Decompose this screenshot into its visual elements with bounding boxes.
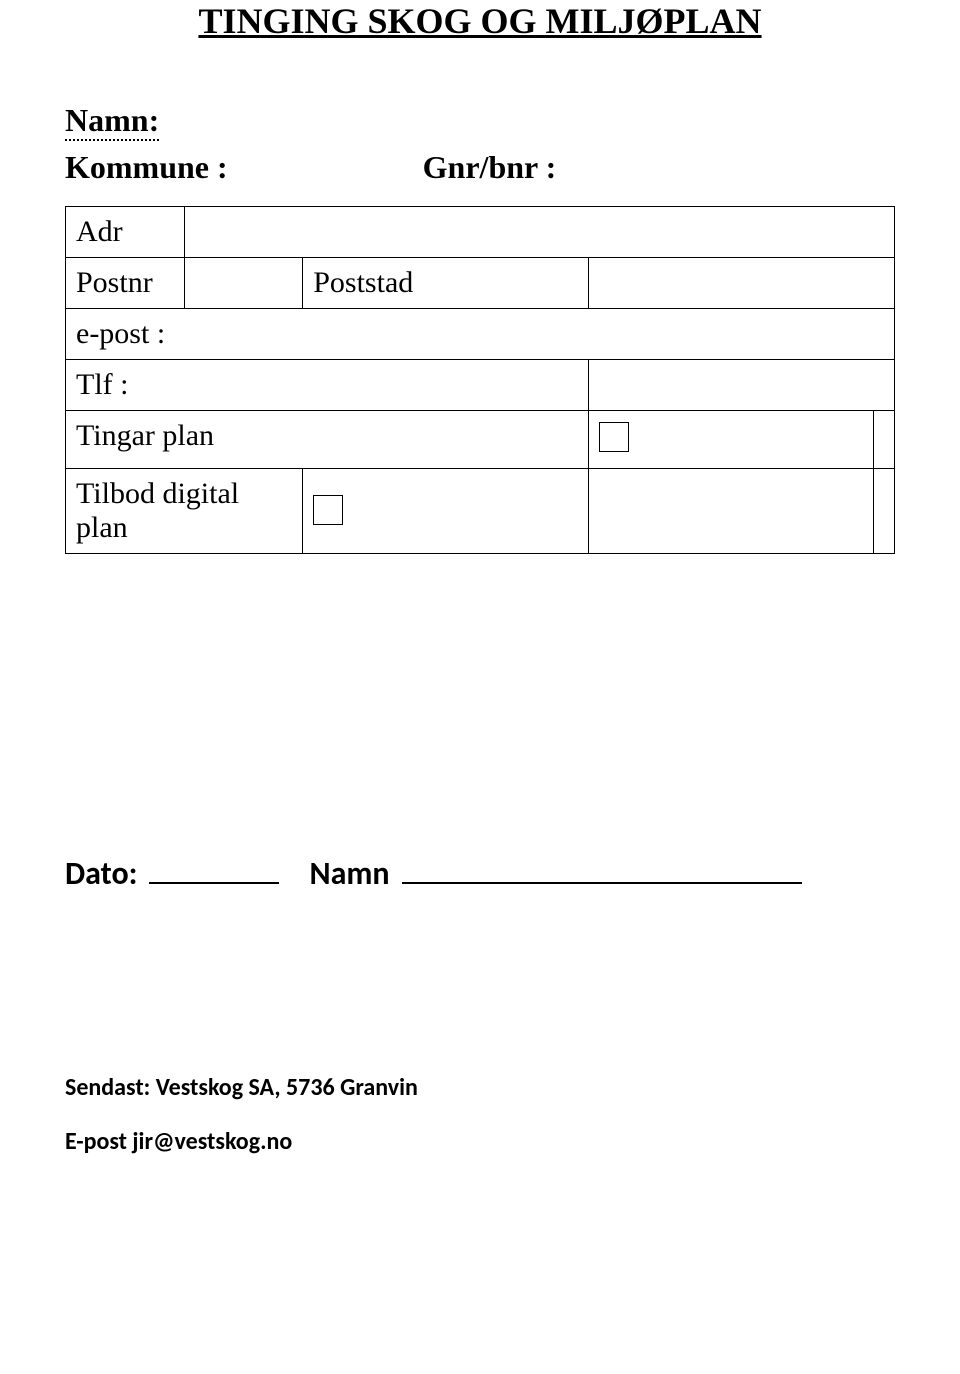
adr-input[interactable] [185, 207, 895, 258]
namn-row: Namn: [65, 102, 895, 141]
tingar-checkbox[interactable] [599, 422, 629, 452]
kommune-row: Kommune : Gnr/bnr : [65, 149, 895, 186]
namn-label: Namn: [65, 102, 159, 141]
postnr-input[interactable] [185, 258, 303, 309]
postnr-label: Postnr [66, 258, 185, 309]
footer: Sendast: Vestskog SA, 5736 Granvin E-pos… [65, 1073, 895, 1156]
epost-row: e-post : [66, 309, 895, 360]
gnrbnr-label: Gnr/bnr : [423, 149, 557, 186]
tlf-input[interactable] [589, 360, 895, 411]
form-table: Adr Postnr Poststad e-post : Tlf : Tinga… [65, 206, 895, 554]
tilbod-extra-cell1[interactable] [589, 469, 874, 554]
postnr-row: Postnr Poststad [66, 258, 895, 309]
tingar-label: Tingar plan [66, 411, 589, 469]
namn-signature-label: Namn [309, 854, 389, 893]
adr-label: Adr [66, 207, 185, 258]
kommune-label: Kommune : [65, 149, 228, 186]
dato-label: Dato: [65, 854, 137, 893]
footer-sendast: Sendast: Vestskog SA, 5736 Granvin [65, 1073, 895, 1102]
tingar-extra-cell[interactable] [874, 411, 895, 469]
tilbod-label: Tilbod digital plan [66, 469, 303, 554]
tilbod-extra-cell2[interactable] [874, 469, 895, 554]
page-title: TINGING SKOG OG MILJØPLAN [65, 0, 895, 42]
tilbod-checkbox[interactable] [313, 495, 343, 525]
tilbod-checkbox-cell [303, 469, 589, 554]
poststad-input[interactable] [589, 258, 895, 309]
signature-row: Dato: Namn [65, 854, 895, 893]
tingar-row: Tingar plan [66, 411, 895, 469]
adr-row: Adr [66, 207, 895, 258]
dato-line[interactable] [149, 882, 279, 884]
tingar-checkbox-cell [589, 411, 874, 469]
tlf-row: Tlf : [66, 360, 895, 411]
footer-epost: E-post jir@vestskog.no [65, 1127, 895, 1156]
namn-signature-line[interactable] [402, 882, 802, 884]
tilbod-row: Tilbod digital plan [66, 469, 895, 554]
tlf-label: Tlf : [66, 360, 589, 411]
poststad-label: Poststad [303, 258, 589, 309]
epost-label: e-post : [66, 309, 895, 360]
